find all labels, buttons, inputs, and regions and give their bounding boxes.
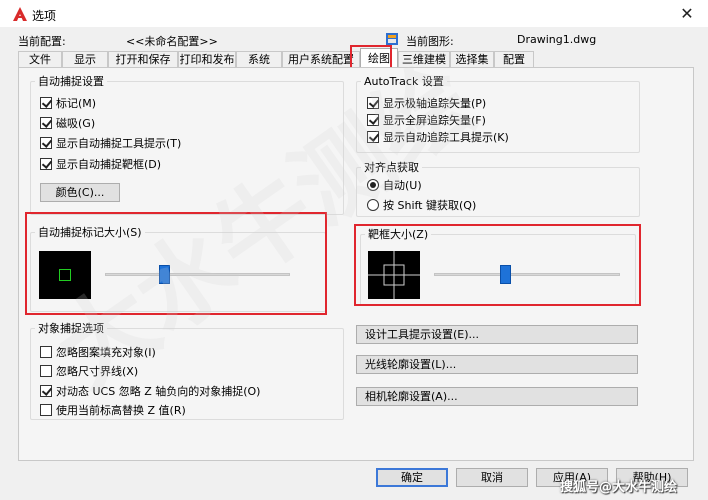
marker-size-highlight-box [25,212,327,315]
aperture-size-highlight-box [354,224,641,306]
checkbox-hatch-icon [40,346,52,358]
checkbox-aperture-icon [40,158,52,170]
title-bar: 选项 ✕ [0,0,708,28]
current-drawing-label: 当前图形: [406,35,454,48]
autocad-logo-icon [13,7,27,21]
checkbox-replace-z-icon [40,404,52,416]
checkbox-autotrack-tooltip-icon [367,131,379,143]
corner-watermark: 搜狐号@大水牛测绘 [560,480,678,495]
acquire-automatic-radio[interactable]: 自动(U) [367,177,422,193]
tab-selection[interactable]: 选择集 [450,51,494,68]
fullscreen-tracking-vector-checkbox[interactable]: 显示全屏追踪矢量(F) [367,112,486,128]
autosnap-magnet-checkbox[interactable]: 磁吸(G) [40,115,95,131]
ignore-hatch-checkbox[interactable]: 忽略图案填充对象(I) [40,344,156,360]
camera-glyph-settings-button[interactable]: 相机轮廓设置(A)... [356,387,638,406]
tab-highlight-box [350,45,392,69]
autosnap-tooltip-checkbox[interactable]: 显示自动捕捉工具提示(T) [40,135,181,151]
ok-button[interactable]: 确定 [376,468,448,487]
checkbox-fullscreen-icon [367,114,379,126]
radio-automatic-icon [367,179,379,191]
polar-tracking-vector-checkbox[interactable]: 显示极轴追踪矢量(P) [367,95,486,111]
autosnap-aperture-checkbox[interactable]: 显示自动捕捉靶框(D) [40,156,161,172]
cancel-button[interactable]: 取消 [456,468,528,487]
autosnap-marker-checkbox[interactable]: 标记(M) [40,95,96,111]
replace-z-checkbox[interactable]: 使用当前标高替换 Z 值(R) [40,402,186,418]
alignment-acquisition-legend: 对齐点获取 [364,161,419,174]
checkbox-tooltip-icon [40,137,52,149]
tab-user-preferences[interactable]: 用户系统配置 [282,51,360,68]
object-snap-options-legend: 对象捕捉选项 [38,322,104,335]
tooltip-settings-button[interactable]: 设计工具提示设置(E)... [356,325,638,344]
autotrack-settings-legend: AutoTrack 设置 [364,75,444,88]
checkbox-dimension-icon [40,365,52,377]
tab-profiles[interactable]: 配置 [494,51,534,68]
checkbox-negative-z-icon [40,385,52,397]
autotrack-tooltip-checkbox[interactable]: 显示自动追踪工具提示(K) [367,129,509,145]
ignore-dimension-lines-checkbox[interactable]: 忽略尺寸界线(X) [40,363,138,379]
current-profile-value: <<未命名配置>> [126,35,218,48]
close-button[interactable]: ✕ [676,4,698,24]
tab-3d-modeling[interactable]: 三维建模 [398,51,450,68]
checkbox-magnet-icon [40,117,52,129]
ignore-negative-z-checkbox[interactable]: 对动态 UCS 忽略 Z 轴负向的对象捕捉(O) [40,383,260,399]
autosnap-settings-legend: 自动捕捉设置 [38,75,104,88]
tab-system[interactable]: 系统 [236,51,282,68]
tab-open-save[interactable]: 打开和保存 [108,51,178,68]
window-title: 选项 [32,9,57,23]
checkbox-marker-icon [40,97,52,109]
current-profile-label: 当前配置: [18,35,66,48]
radio-shift-icon [367,199,379,211]
current-drawing-value: Drawing1.dwg [517,33,597,46]
acquire-shift-radio[interactable]: 按 Shift 键获取(Q) [367,197,476,213]
color-button[interactable]: 颜色(C)... [40,183,120,202]
close-icon: ✕ [680,4,694,23]
checkbox-polar-icon [367,97,379,109]
lights-glyph-settings-button[interactable]: 光线轮廓设置(L)... [356,355,638,374]
tab-files[interactable]: 文件 [18,51,62,68]
tab-plot-publish[interactable]: 打印和发布 [178,51,236,68]
tab-display[interactable]: 显示 [62,51,108,68]
